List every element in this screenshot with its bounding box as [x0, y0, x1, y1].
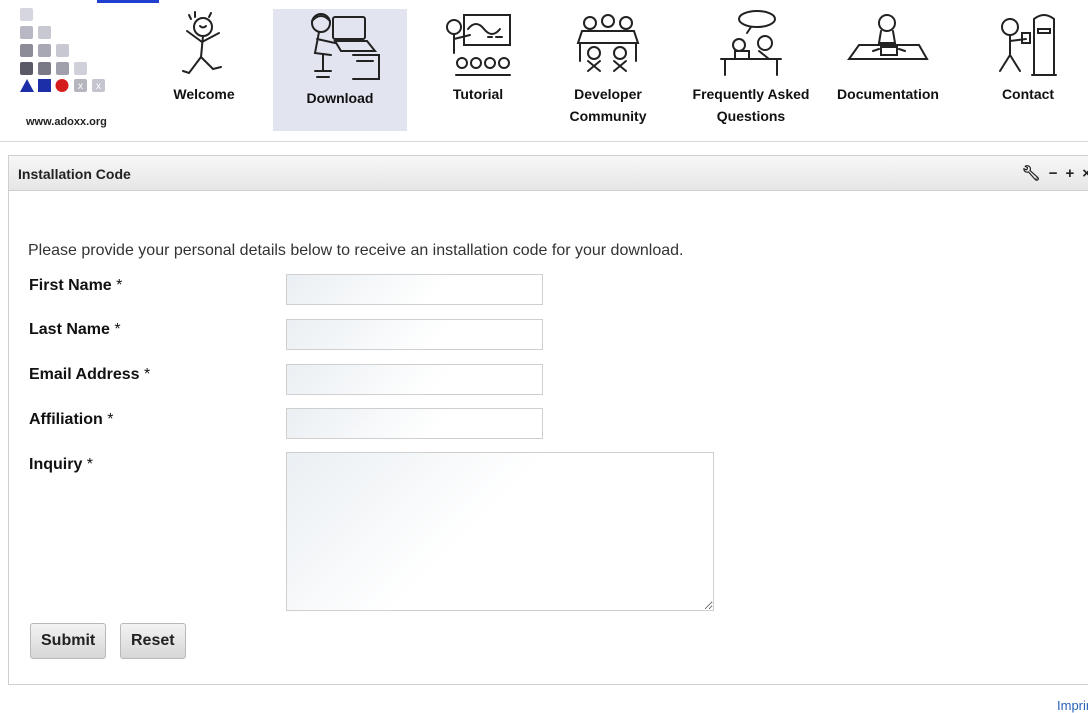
submit-button[interactable]: Submit — [30, 623, 107, 659]
nav-label-welcome: Welcome — [173, 86, 235, 102]
download-figure-icon — [311, 13, 380, 80]
logo-mark-icon: x x — [20, 8, 105, 92]
top-accent-bar — [97, 0, 159, 3]
close-icon[interactable]: × — [1082, 165, 1088, 182]
documentation-figure-icon — [847, 14, 929, 60]
nav-label-documentation: Documentation — [837, 86, 939, 102]
nav-label-download: Download — [306, 90, 374, 106]
nav-label-faq: Frequently Asked Questions — [692, 86, 810, 124]
email-input[interactable] — [286, 364, 543, 395]
faq-figure-icon — [720, 10, 782, 76]
welcome-figure-icon — [182, 11, 222, 75]
inquiry-label: Inquiry * — [29, 456, 94, 473]
svg-text:x: x — [96, 81, 101, 92]
tutorial-figure-icon — [446, 14, 511, 76]
svg-text:x: x — [78, 81, 83, 92]
nav-item-tutorial[interactable]: Tutorial — [428, 9, 528, 131]
nav-label-developer-community: Developer Community — [569, 86, 647, 124]
minimize-icon[interactable]: − — [1049, 165, 1058, 182]
nav-item-developer-community[interactable]: Developer Community — [558, 9, 658, 131]
maximize-icon[interactable]: + — [1065, 165, 1074, 182]
logo-url: www.adoxx.org — [26, 116, 107, 128]
nav-label-contact: Contact — [1001, 86, 1055, 102]
nav-item-download[interactable]: Download — [273, 9, 407, 131]
installation-code-portlet: Installation Code 🔧︎ − + × Please provide y… — [8, 155, 1088, 685]
reset-button[interactable]: Reset — [120, 623, 186, 659]
portlet-title: Installation Code — [18, 166, 131, 182]
imprint-link[interactable]: Imprint — [1057, 698, 1088, 713]
last-name-label: Last Name * — [29, 321, 121, 338]
affiliation-input[interactable] — [286, 408, 543, 439]
nav-item-faq[interactable]: Frequently Asked Questions — [684, 9, 818, 131]
contact-mailbox-icon — [999, 14, 1057, 76]
first-name-label: First Name * — [29, 277, 123, 294]
email-label: Email Address * — [29, 366, 151, 383]
affiliation-label: Affiliation * — [29, 411, 114, 428]
nav-item-welcome[interactable]: Welcome — [163, 9, 245, 131]
portlet-header: Installation Code 🔧︎ − + × — [9, 156, 1088, 191]
nav-item-documentation[interactable]: Documentation — [829, 9, 947, 131]
first-name-input[interactable] — [286, 274, 543, 305]
nav-label-tutorial: Tutorial — [452, 86, 504, 102]
header-divider — [0, 141, 1088, 142]
nav-item-contact[interactable]: Contact — [976, 9, 1080, 131]
inquiry-textarea[interactable] — [286, 452, 714, 611]
portlet-controls: 🔧︎ − + × — [1014, 164, 1088, 182]
form-intro-text: Please provide your personal details bel… — [28, 242, 684, 259]
wrench-icon[interactable]: 🔧︎ — [1022, 165, 1041, 182]
developer-community-figure-icon — [576, 14, 640, 72]
last-name-input[interactable] — [286, 319, 543, 350]
